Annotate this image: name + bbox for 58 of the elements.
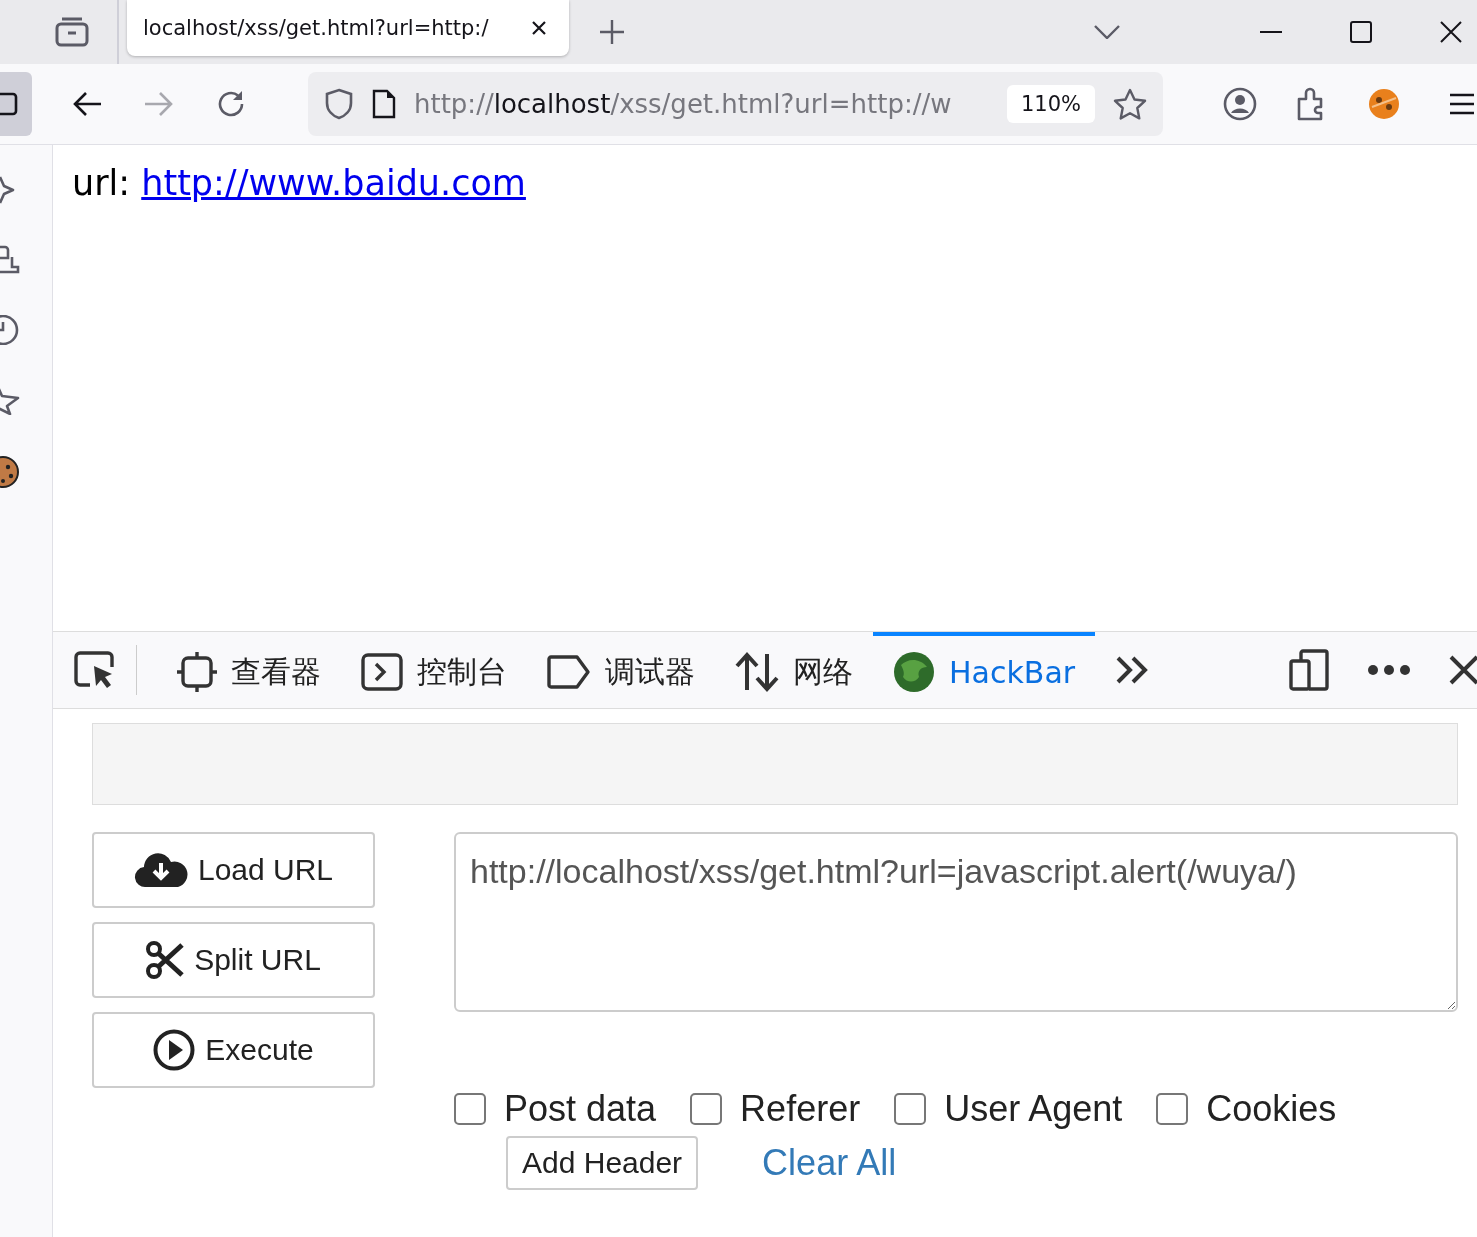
hackbar-button[interactable]: Split URL — [92, 922, 375, 998]
double-chevron-icon[interactable] — [1115, 655, 1150, 685]
extension-icon[interactable] — [1367, 87, 1401, 121]
tag-icon — [547, 655, 591, 689]
checkbox[interactable] — [690, 1093, 723, 1125]
chevron-down-icon[interactable] — [1094, 25, 1120, 39]
back-arrow-icon[interactable] — [72, 91, 102, 117]
maximize-icon[interactable] — [1350, 21, 1372, 43]
cookie-icon[interactable] — [0, 455, 20, 489]
account-icon[interactable] — [1223, 87, 1257, 121]
devtools-tab[interactable]: HackBar — [873, 632, 1096, 708]
page-icon[interactable] — [372, 89, 396, 119]
close-icon[interactable] — [1449, 655, 1477, 685]
baidu-link[interactable]: http://www.baidu.com — [141, 163, 526, 203]
url-label: url: — [72, 163, 131, 203]
tab-title: localhost/xss/get.html?url=http:/ — [143, 16, 490, 40]
menu-icon[interactable] — [1449, 93, 1475, 115]
url-text: http://localhost/xss/get.html?url=http://w — [414, 89, 953, 119]
clear-all-link[interactable]: Clear All — [762, 1142, 897, 1184]
checkbox-label: Post data — [504, 1088, 657, 1130]
sidebar-button[interactable] — [0, 72, 32, 136]
tab-list-icon[interactable] — [55, 17, 89, 47]
globe-icon — [893, 651, 935, 693]
add-header-button[interactable]: Add Header — [506, 1136, 699, 1190]
devtools-tab[interactable]: 网络 — [715, 632, 873, 708]
sidebar-icon — [0, 92, 20, 116]
checkbox-label: User Agent — [944, 1088, 1123, 1130]
cloud-download-icon — [133, 851, 188, 889]
scissors-icon — [146, 941, 185, 979]
plus-icon[interactable] — [599, 19, 625, 45]
checkbox-label: Cookies — [1206, 1088, 1337, 1130]
checkbox-label: Referer — [740, 1088, 861, 1130]
url-bar[interactable]: http://localhost/xss/get.html?url=http://w 110% — [308, 72, 1163, 136]
devtools-tab[interactable]: 调试器 — [527, 632, 715, 708]
browser-tab[interactable]: localhost/xss/get.html?url=http:/ — [127, 0, 569, 56]
close-icon[interactable] — [531, 20, 547, 36]
devtools-tab[interactable]: 控制台 — [341, 632, 527, 708]
hackbar-button[interactable]: Execute — [92, 1012, 375, 1088]
reload-icon[interactable] — [216, 89, 246, 119]
element-picker-icon[interactable] — [74, 651, 116, 689]
hackbar-button[interactable]: Load URL — [92, 832, 375, 908]
clock-icon[interactable] — [0, 315, 20, 345]
checkbox[interactable] — [894, 1093, 927, 1125]
more-options-icon[interactable] — [1367, 664, 1411, 676]
close-icon[interactable] — [1440, 21, 1462, 43]
zoom-level-badge[interactable]: 110% — [1006, 85, 1095, 123]
up-down-arrows-icon — [735, 652, 779, 692]
url-textarea[interactable]: http://localhost/xss/get.html?url=javascript.alert(/wuya/) — [454, 832, 1458, 1012]
devtools-tab[interactable]: 查看器 — [157, 632, 341, 708]
star-icon[interactable] — [1113, 88, 1147, 120]
devices-icon[interactable] — [0, 245, 20, 275]
checkbox[interactable] — [454, 1093, 486, 1125]
checkbox[interactable] — [1156, 1093, 1189, 1125]
console-icon — [361, 653, 403, 691]
play-circle-icon — [153, 1029, 196, 1071]
shield-icon[interactable] — [324, 88, 354, 120]
responsive-design-icon[interactable] — [1289, 649, 1329, 691]
frame-icon — [177, 652, 217, 692]
